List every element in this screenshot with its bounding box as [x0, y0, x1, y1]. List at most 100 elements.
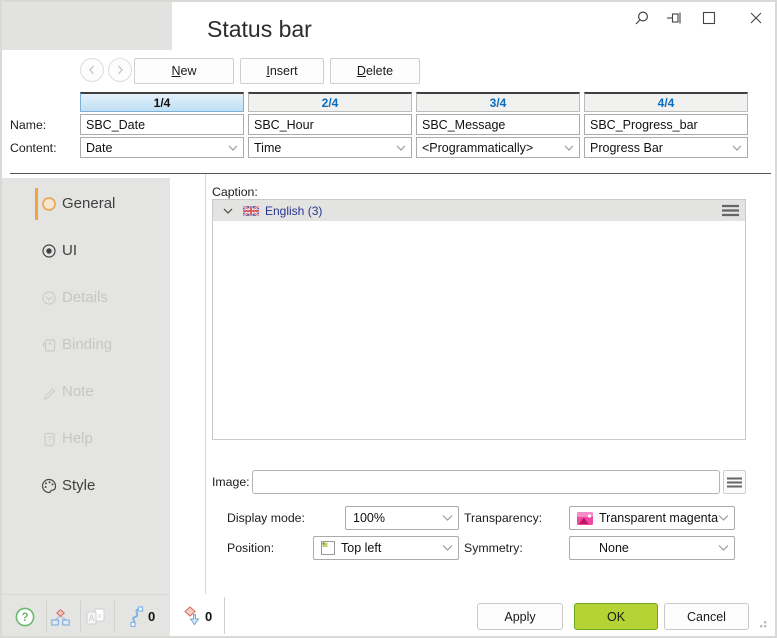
name-field-3[interactable]	[416, 114, 580, 135]
svg-text:?: ?	[21, 612, 28, 624]
delete-button-label: Delete	[357, 64, 393, 78]
sidebar-item-note: Note	[2, 378, 170, 406]
sidebar-item-help: ? Help	[2, 425, 170, 453]
chevron-circle-icon	[41, 290, 57, 306]
name-field-4[interactable]	[584, 114, 748, 135]
cancel-button-label: Cancel	[687, 610, 726, 624]
status-separator	[114, 601, 115, 633]
delete-button[interactable]: Delete	[330, 58, 420, 84]
translate-icon: xA	[86, 608, 105, 626]
binding-diamond-icon[interactable]	[184, 606, 203, 626]
hierarchy-tree-icon[interactable]	[51, 609, 70, 626]
close-icon[interactable]	[747, 9, 765, 27]
sidebar-item-details: Details	[2, 284, 170, 312]
dialog-title: Status bar	[207, 16, 312, 43]
chevron-down-icon	[564, 145, 574, 151]
top-left-position-icon	[321, 541, 335, 555]
caption-language-group-label: English (3)	[265, 204, 322, 218]
binding-icon	[41, 337, 57, 353]
transparency-dropdown[interactable]: Transparent magenta	[569, 506, 735, 530]
magenta-image-icon	[577, 512, 593, 525]
tab-2of4[interactable]: 2/4	[248, 92, 412, 112]
chevron-down-icon	[718, 515, 729, 522]
item-column-2: 2/4 Time	[248, 92, 412, 159]
content-row-label: Content:	[10, 141, 57, 155]
name-field-1[interactable]	[80, 114, 244, 135]
new-button-label: New	[171, 64, 196, 78]
content-dropdown-3[interactable]: <Programmatically>	[416, 137, 580, 158]
ok-button-label: OK	[607, 610, 625, 624]
palette-icon	[41, 478, 57, 494]
content-dropdown-4[interactable]: Progress Bar	[584, 137, 748, 158]
position-value: Top left	[341, 541, 381, 555]
chevron-down-icon	[718, 545, 729, 552]
sidebar-item-label: Note	[62, 383, 94, 400]
circle-icon	[41, 196, 57, 212]
maximize-icon[interactable]	[700, 9, 718, 27]
help-card-icon: ?	[41, 431, 57, 447]
content-dropdown-1[interactable]: Date	[80, 137, 244, 158]
item-column-3: 3/4 <Programmatically>	[416, 92, 580, 159]
transparency-label: Transparency:	[464, 511, 542, 525]
spline-count: 0	[148, 609, 155, 624]
symmetry-dropdown[interactable]: None	[569, 536, 735, 560]
spline-icon[interactable]	[128, 606, 144, 627]
ok-button[interactable]: OK	[574, 603, 658, 630]
insert-button[interactable]: Insert	[240, 58, 324, 84]
caption-label: Caption:	[212, 185, 258, 199]
sidebar-item-label: Style	[62, 477, 95, 494]
transparency-value: Transparent magenta	[599, 511, 718, 525]
content-dropdown-3-value: <Programmatically>	[422, 141, 533, 155]
previous-item-button[interactable]	[80, 58, 104, 82]
chevron-down-icon	[396, 145, 406, 151]
search-icon[interactable]	[633, 9, 651, 27]
symmetry-label: Symmetry:	[464, 541, 523, 555]
binding-count: 0	[205, 609, 212, 624]
position-dropdown[interactable]: Top left	[313, 536, 459, 560]
chevron-down-icon	[442, 545, 453, 552]
status-bar-dialog: Status bar New Insert Delete Name: Conte…	[0, 0, 777, 638]
svg-text:?: ?	[47, 434, 52, 444]
next-item-button[interactable]	[108, 58, 132, 82]
new-button[interactable]: New	[134, 58, 234, 84]
content-dropdown-4-value: Progress Bar	[590, 141, 663, 155]
item-column-1: 1/4 Date	[80, 92, 244, 159]
sidebar-item-label: Help	[62, 430, 93, 447]
sidebar-item-label: Binding	[62, 336, 112, 353]
sidebar-item-style[interactable]: Style	[2, 472, 170, 500]
sidebar-item-label: UI	[62, 242, 77, 259]
tab-3of4[interactable]: 3/4	[416, 92, 580, 112]
sidebar-item-label: General	[62, 195, 115, 212]
image-path-input[interactable]	[252, 470, 720, 494]
svg-text:A: A	[89, 614, 95, 623]
tab-1of4[interactable]: 1/4	[80, 92, 244, 112]
sidebar-item-general[interactable]: General	[2, 190, 170, 218]
titlebar-block	[2, 2, 172, 50]
status-separator	[80, 601, 81, 633]
chevron-down-icon	[732, 145, 742, 151]
apply-button[interactable]: Apply	[477, 603, 563, 630]
chevron-down-icon	[442, 515, 453, 522]
image-label: Image:	[212, 475, 250, 489]
position-label: Position:	[227, 541, 274, 555]
hamburger-menu-icon[interactable]	[722, 204, 739, 217]
sidebar-item-ui[interactable]: UI	[2, 237, 170, 265]
caption-language-group-header[interactable]: English (3)	[213, 200, 745, 221]
content-dropdown-2[interactable]: Time	[248, 137, 412, 158]
collapse-chevron-icon[interactable]	[223, 208, 233, 214]
sidebar-item-label: Details	[62, 289, 108, 306]
svg-text:x: x	[98, 611, 102, 620]
chevron-down-icon	[228, 145, 238, 151]
name-field-2[interactable]	[248, 114, 412, 135]
cancel-button[interactable]: Cancel	[664, 603, 749, 630]
resize-grip[interactable]	[754, 619, 768, 633]
hamburger-menu-icon	[727, 477, 742, 488]
help-circle-icon[interactable]: ?	[15, 607, 35, 627]
insert-button-label: Insert	[266, 64, 297, 78]
tab-4of4[interactable]: 4/4	[584, 92, 748, 112]
display-mode-dropdown[interactable]: 100%	[345, 506, 459, 530]
caption-editor[interactable]: English (3)	[212, 199, 746, 440]
pin-icon[interactable]	[665, 9, 683, 27]
image-menu-button[interactable]	[723, 470, 746, 494]
eye-icon	[41, 243, 57, 259]
